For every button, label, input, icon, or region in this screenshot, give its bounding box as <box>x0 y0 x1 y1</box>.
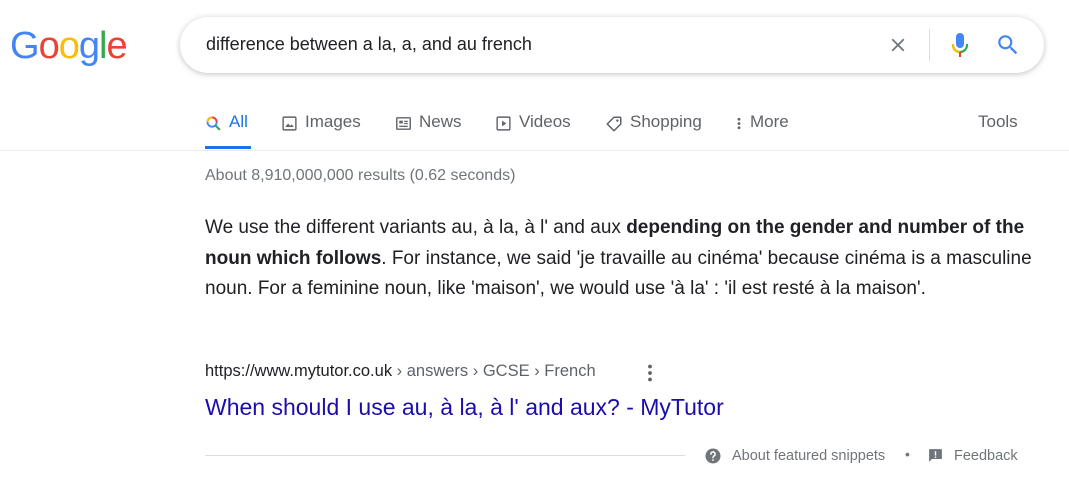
result-url: https://www.mytutor.co.uk <box>205 362 393 380</box>
about-featured-snippets-link[interactable]: About featured snippets <box>704 447 885 465</box>
about-featured-snippets-label: About featured snippets <box>732 448 886 464</box>
snippet-text-start: We use the different variants au, à la, … <box>205 217 627 238</box>
tab-label: All <box>229 112 248 131</box>
footer-separator: • <box>905 446 910 462</box>
tab-label: News <box>419 112 462 131</box>
tag-icon <box>606 116 622 132</box>
searchbox-divider <box>929 29 930 61</box>
tab-shopping[interactable]: Shopping <box>605 112 702 150</box>
tab-all[interactable]: All <box>205 112 251 150</box>
search-icon[interactable] <box>995 32 1021 58</box>
help-icon <box>705 448 721 464</box>
more-vert-icon <box>737 117 741 130</box>
search-box[interactable]: difference between a la, a, and au frenc… <box>180 17 1044 73</box>
feedback-label: Feedback <box>954 447 1018 464</box>
feedback-icon <box>929 449 942 462</box>
google-logo[interactable]: Google <box>10 25 128 67</box>
microphone-icon[interactable] <box>948 31 972 59</box>
result-citation[interactable]: https://www.mytutor.co.uk › answers › GC… <box>205 362 596 381</box>
tab-news[interactable]: News <box>395 112 462 150</box>
snippet-footer-divider <box>205 455 685 456</box>
logo-letter: G <box>10 25 40 67</box>
tab-label: Images <box>305 112 361 131</box>
logo-letter: g <box>78 25 100 67</box>
tab-label: More <box>750 112 789 131</box>
tab-images[interactable]: Images <box>281 112 361 150</box>
result-stats: About 8,910,000,000 results (0.62 second… <box>205 167 516 184</box>
logo-letter: l <box>98 25 108 67</box>
feedback-link[interactable]: Feedback <box>927 447 1018 464</box>
result-title-link[interactable]: When should I use au, à la, à l' and aux… <box>205 394 724 421</box>
tools-button[interactable]: Tools <box>978 112 1018 132</box>
logo-letter: e <box>106 25 127 67</box>
search-input[interactable]: difference between a la, a, and au frenc… <box>206 34 532 55</box>
logo-letter: o <box>58 25 80 67</box>
image-icon <box>282 116 297 131</box>
newspaper-icon <box>396 117 411 130</box>
result-breadcrumbs: › answers › GCSE › French <box>392 362 596 380</box>
more-options-icon[interactable] <box>643 363 657 383</box>
tab-more[interactable]: More <box>735 112 789 150</box>
clear-icon[interactable] <box>887 34 909 56</box>
header-divider <box>0 150 1069 151</box>
featured-snippet-text: We use the different variants au, à la, … <box>205 213 1035 305</box>
tab-label: Videos <box>519 112 571 131</box>
tab-label: Shopping <box>630 112 702 131</box>
tab-videos[interactable]: Videos <box>495 112 571 150</box>
play-icon <box>496 116 511 131</box>
search-multicolor-icon <box>206 116 221 131</box>
logo-letter: o <box>38 25 60 67</box>
